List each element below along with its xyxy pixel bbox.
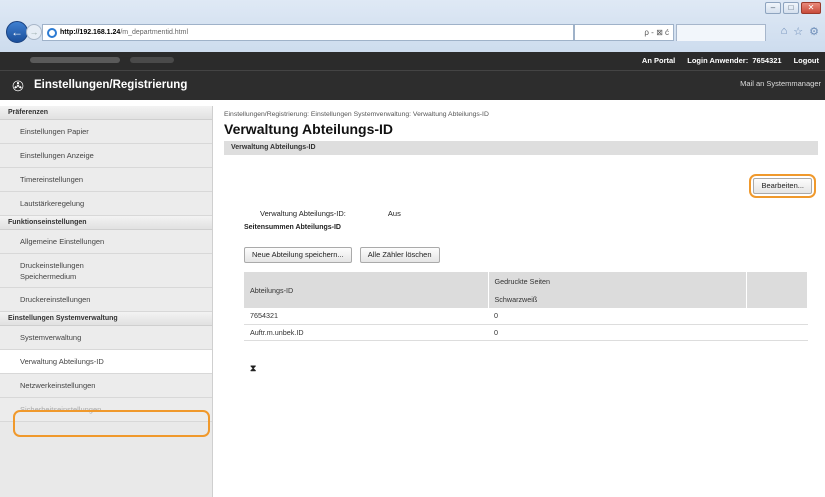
sidebar-item-allgemein[interactable]: Allgemeine Einstellungen [0, 230, 212, 254]
back-to-top-icon[interactable]: ⧗ [250, 363, 256, 374]
row-count: 0 [488, 324, 746, 341]
browser-logo-icon [47, 27, 57, 38]
row-department-id: 7654321 [244, 308, 488, 325]
clear-all-counters-button[interactable]: Alle Zähler löschen [359, 247, 440, 263]
home-icon[interactable]: ⌂ [781, 25, 788, 38]
table-header-row-1: Abteilungs-ID Gedruckte Seiten [244, 272, 808, 308]
favorites-star-icon[interactable]: ☆ [793, 25, 803, 38]
sidebar-item-timer[interactable]: Timereinstellungen [0, 168, 212, 192]
url-path: /m_departmentid.html [120, 29, 189, 36]
table-row: Auftr.m.unbek.ID 0 [244, 324, 808, 341]
search-icon: ρ - ⊠ ć [644, 28, 669, 37]
login-label: Login Anwender: [687, 56, 749, 65]
address-bar[interactable]: http://192.168.1.24/m_departmentid.html [42, 24, 574, 41]
url-host: http://192.168.1.24 [60, 29, 121, 36]
sidebar-section-funktionen: Funktionseinstellungen [0, 216, 212, 230]
logout-link[interactable]: Logout [794, 56, 819, 65]
settings-registration-icon: ✇ [12, 78, 24, 94]
sidebar-item-anzeige[interactable]: Einstellungen Anzeige [0, 144, 212, 168]
title-bar: ✇ Einstellungen/Registrierung Mail an Sy… [0, 70, 825, 100]
mgmt-label: Verwaltung Abteilungs-ID: [260, 209, 346, 218]
sidebar-item-drucker[interactable]: Druckereinstellungen [0, 288, 212, 312]
forward-button[interactable]: → [26, 24, 42, 40]
edit-button[interactable]: Bearbeiten... [753, 178, 812, 194]
portal-link[interactable]: An Portal [642, 56, 675, 65]
col-header-printed-pages: Gedruckte Seiten [488, 272, 747, 290]
page-totals-heading: Seitensummen Abteilungs-ID [244, 224, 341, 231]
sidebar-item-abteilungs-id[interactable]: Verwaltung Abteilungs-ID [0, 350, 212, 374]
col-header-bw: Schwarzweiß [488, 290, 747, 308]
main-content: Einstellungen/Registrierung: Einstellung… [224, 106, 818, 373]
settings-gear-icon[interactable]: ⚙ [809, 25, 819, 38]
login-user: 7654321 [752, 56, 782, 65]
table-row: 7654321 0 [244, 308, 808, 325]
row-count: 0 [488, 308, 746, 325]
minimize-icon[interactable]: – [765, 2, 781, 14]
sidebar-item-sicherheit[interactable]: Sicherheitseinstellungen [0, 398, 212, 422]
sidebar-section-systemverwaltung: Einstellungen Systemverwaltung [0, 312, 212, 326]
sidebar-item-systemverwaltung[interactable]: Systemverwaltung [0, 326, 212, 350]
sidebar-item-papier[interactable]: Einstellungen Papier [0, 120, 212, 144]
department-table: Abteilungs-ID Gedruckte Seiten Schwarzwe… [244, 272, 808, 341]
blurred-device-info [130, 57, 174, 63]
sidebar-item-lautstaerke[interactable]: Lautstärkeregelung [0, 192, 212, 216]
sidebar-section-praeferenzen: Präferenzen [0, 106, 212, 120]
close-icon[interactable]: ✕ [801, 2, 821, 14]
back-button[interactable]: ← [6, 21, 28, 43]
row-empty-cell [746, 324, 808, 341]
top-bar: An Portal Login Anwender: 7654321 Logout [0, 52, 825, 70]
browser-chrome: – □ ✕ ← → http://192.168.1.24/m_departme… [0, 0, 825, 52]
mgmt-value: Aus [387, 209, 401, 218]
col-header-department-id: Abteilungs-ID [244, 272, 489, 308]
mgmt-status-row: Verwaltung Abteilungs-ID: Aus [260, 209, 401, 218]
page-title: Verwaltung Abteilungs-ID [224, 121, 394, 137]
sidebar-item-netzwerk[interactable]: Netzwerkeinstellungen [0, 374, 212, 398]
col-header-empty [746, 272, 808, 308]
search-box[interactable]: ρ - ⊠ ć [574, 24, 674, 41]
sidebar-item-speichermedium-label: Druckeinstellungen Speichermedium [20, 261, 84, 281]
sidebar-item-speichermedium[interactable]: Druckeinstellungen Speichermedium [0, 254, 212, 288]
sidebar: Präferenzen Einstellungen Papier Einstel… [0, 106, 213, 497]
app-title: Einstellungen/Registrierung [34, 79, 188, 91]
blurred-device-name [30, 57, 120, 63]
row-department-id: Auftr.m.unbek.ID [244, 324, 488, 341]
section-title: Verwaltung Abteilungs-ID [224, 141, 818, 155]
browser-tab[interactable] [676, 24, 766, 41]
breadcrumb: Einstellungen/Registrierung: Einstellung… [224, 111, 489, 118]
window-controls: – □ ✕ [765, 2, 821, 14]
edit-button-highlight: Bearbeiten... [749, 174, 816, 198]
maximize-icon[interactable]: □ [783, 2, 799, 14]
save-new-department-button[interactable]: Neue Abteilung speichern... [244, 247, 352, 263]
row-empty-cell [746, 308, 808, 325]
mail-to-admin-link[interactable]: Mail an Systemmanager [740, 79, 821, 88]
